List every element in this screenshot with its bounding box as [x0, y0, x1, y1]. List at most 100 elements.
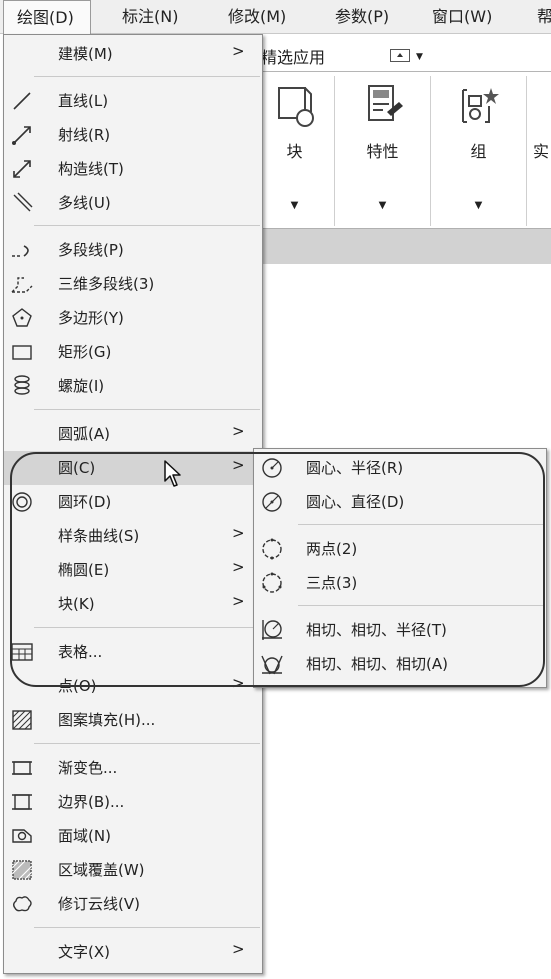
menu-item-line[interactable]: 直线(L) — [4, 84, 262, 118]
menu-item-donut[interactable]: 圆环(D) — [4, 485, 262, 519]
chevron-down-icon[interactable]: ▼ — [255, 200, 334, 211]
panel-block[interactable]: 块 ▼ — [255, 76, 335, 226]
circle-ttt-icon — [260, 652, 284, 676]
circle-ttr-icon — [260, 618, 284, 642]
menu-item-label: 矩形(G) — [58, 343, 112, 361]
chevron-right-icon: > — [232, 42, 245, 60]
menu-item-revision-cloud[interactable]: 修订云线(V) — [4, 887, 262, 921]
submenu-item-center-diameter[interactable]: 圆心、直径(D) — [254, 485, 546, 519]
menu-item-label: 图案填充(H)... — [58, 711, 156, 729]
menu-item-helix[interactable]: 螺旋(I) — [4, 369, 262, 403]
menu-item-boundary[interactable]: 边界(B)... — [4, 785, 262, 819]
rectangle-icon — [10, 340, 34, 364]
circle-2point-icon — [260, 537, 284, 561]
menu-item-label: 多线(U) — [58, 194, 111, 212]
menu-item-label: 点(O) — [58, 677, 97, 695]
circle-3point-icon — [260, 571, 284, 595]
menu-item-construction-line[interactable]: 构造线(T) — [4, 152, 262, 186]
tab-featured-apps[interactable]: 精选应用 — [261, 44, 325, 68]
menu-item-label: 椭圆(E) — [58, 561, 110, 579]
divider — [34, 409, 260, 410]
chevron-right-icon: > — [232, 524, 245, 542]
menu-item-gradient[interactable]: 渐变色... — [4, 751, 262, 785]
menu-item-label: 直线(L) — [58, 92, 109, 110]
menu-item-block[interactable]: 块(K) > — [4, 587, 262, 621]
menu-item-label: 块(K) — [58, 595, 95, 613]
menu-item-wipeout[interactable]: 区域覆盖(W) — [4, 853, 262, 887]
submenu-item-label: 圆心、直径(D) — [306, 493, 405, 511]
menu-window[interactable]: 窗口(W) — [432, 0, 492, 34]
menu-parametric[interactable]: 参数(P) — [335, 0, 389, 34]
menu-item-polygon[interactable]: 多边形(Y) — [4, 301, 262, 335]
circle-center-diameter-icon — [260, 490, 284, 514]
panel-toggle-button[interactable] — [390, 49, 410, 62]
menu-item-point[interactable]: 点(O) > — [4, 669, 262, 703]
menu-item-text[interactable]: 文字(X) > — [4, 935, 262, 969]
properties-icon — [359, 82, 407, 134]
circle-submenu: 圆心、半径(R) 圆心、直径(D) 两点(2) 三点(3) 相切、相切、半径(T… — [253, 448, 547, 688]
submenu-item-label: 圆心、半径(R) — [306, 459, 404, 477]
menu-item-modeling[interactable]: 建模(M) > — [4, 37, 262, 71]
menu-item-region[interactable]: 面域(N) — [4, 819, 262, 853]
menu-item-label: 样条曲线(S) — [58, 527, 140, 545]
menu-dimension[interactable]: 标注(N) — [122, 0, 178, 34]
chevron-down-icon[interactable]: ▼ — [335, 200, 430, 211]
donut-icon — [10, 490, 34, 514]
menu-help[interactable]: 帮 — [537, 0, 551, 34]
menu-bar: 绘图(D) 标注(N) 修改(M) 参数(P) 窗口(W) 帮 — [0, 0, 551, 36]
panel-group[interactable]: 组 ▼ — [431, 76, 527, 226]
menu-item-label: 渐变色... — [58, 759, 118, 777]
menu-item-label: 文字(X) — [58, 943, 110, 961]
menu-item-label: 多边形(Y) — [58, 309, 124, 327]
menu-modify[interactable]: 修改(M) — [228, 0, 286, 34]
line-icon — [10, 89, 34, 113]
menu-item-circle[interactable]: 圆(C) > — [4, 451, 262, 485]
menu-item-arc[interactable]: 圆弧(A) > — [4, 417, 262, 451]
submenu-item-tan-tan-tan[interactable]: 相切、相切、相切(A) — [254, 647, 546, 681]
panel-group-label: 组 — [470, 142, 487, 161]
submenu-item-tan-tan-radius[interactable]: 相切、相切、半径(T) — [254, 613, 546, 647]
boundary-icon — [10, 790, 34, 814]
menu-item-rectangle[interactable]: 矩形(G) — [4, 335, 262, 369]
wipeout-icon — [10, 858, 34, 882]
submenu-item-2point[interactable]: 两点(2) — [254, 532, 546, 566]
ribbon-panel-title-bar — [255, 228, 551, 264]
chevron-right-icon: > — [232, 592, 245, 610]
chevron-down-icon[interactable]: ▼ — [416, 52, 423, 62]
divider — [298, 605, 544, 606]
hatch-icon — [10, 708, 34, 732]
menu-item-label: 射线(R) — [58, 126, 111, 144]
menu-item-label: 多段线(P) — [58, 241, 124, 259]
menu-item-label: 边界(B)... — [58, 793, 125, 811]
panel-utilities-label: 实 — [533, 142, 550, 161]
menu-item-hatch[interactable]: 图案填充(H)... — [4, 703, 262, 737]
panel-properties-label: 特性 — [366, 142, 399, 161]
menu-item-label: 修订云线(V) — [58, 895, 140, 913]
submenu-item-center-radius[interactable]: 圆心、半径(R) — [254, 451, 546, 485]
menu-item-label: 圆弧(A) — [58, 425, 110, 443]
region-icon — [10, 824, 34, 848]
xline-icon — [10, 157, 34, 181]
submenu-item-3point[interactable]: 三点(3) — [254, 566, 546, 600]
menu-item-table[interactable]: 表格... — [4, 635, 262, 669]
menu-item-polyline[interactable]: 多段线(P) — [4, 233, 262, 267]
revcloud-icon — [10, 892, 34, 916]
ray-icon — [10, 123, 34, 147]
menu-item-spline[interactable]: 样条曲线(S) > — [4, 519, 262, 553]
multiline-icon — [10, 191, 34, 215]
chevron-right-icon: > — [232, 940, 245, 958]
polygon-icon — [10, 306, 34, 330]
chevron-right-icon: > — [232, 456, 245, 474]
menu-item-ray[interactable]: 射线(R) — [4, 118, 262, 152]
panel-block-label: 块 — [286, 142, 303, 161]
menu-item-3d-polyline[interactable]: 三维多段线(3) — [4, 267, 262, 301]
menu-item-label: 表格... — [58, 643, 103, 661]
chevron-down-icon[interactable]: ▼ — [431, 200, 526, 211]
menu-item-ellipse[interactable]: 椭圆(E) > — [4, 553, 262, 587]
chevron-right-icon: > — [232, 558, 245, 576]
block-icon — [271, 82, 319, 134]
menu-item-multiline[interactable]: 多线(U) — [4, 186, 262, 220]
panel-utilities[interactable]: 实 — [527, 76, 551, 226]
panel-properties[interactable]: 特性 ▼ — [335, 76, 431, 226]
menu-draw[interactable]: 绘图(D) — [3, 0, 91, 36]
